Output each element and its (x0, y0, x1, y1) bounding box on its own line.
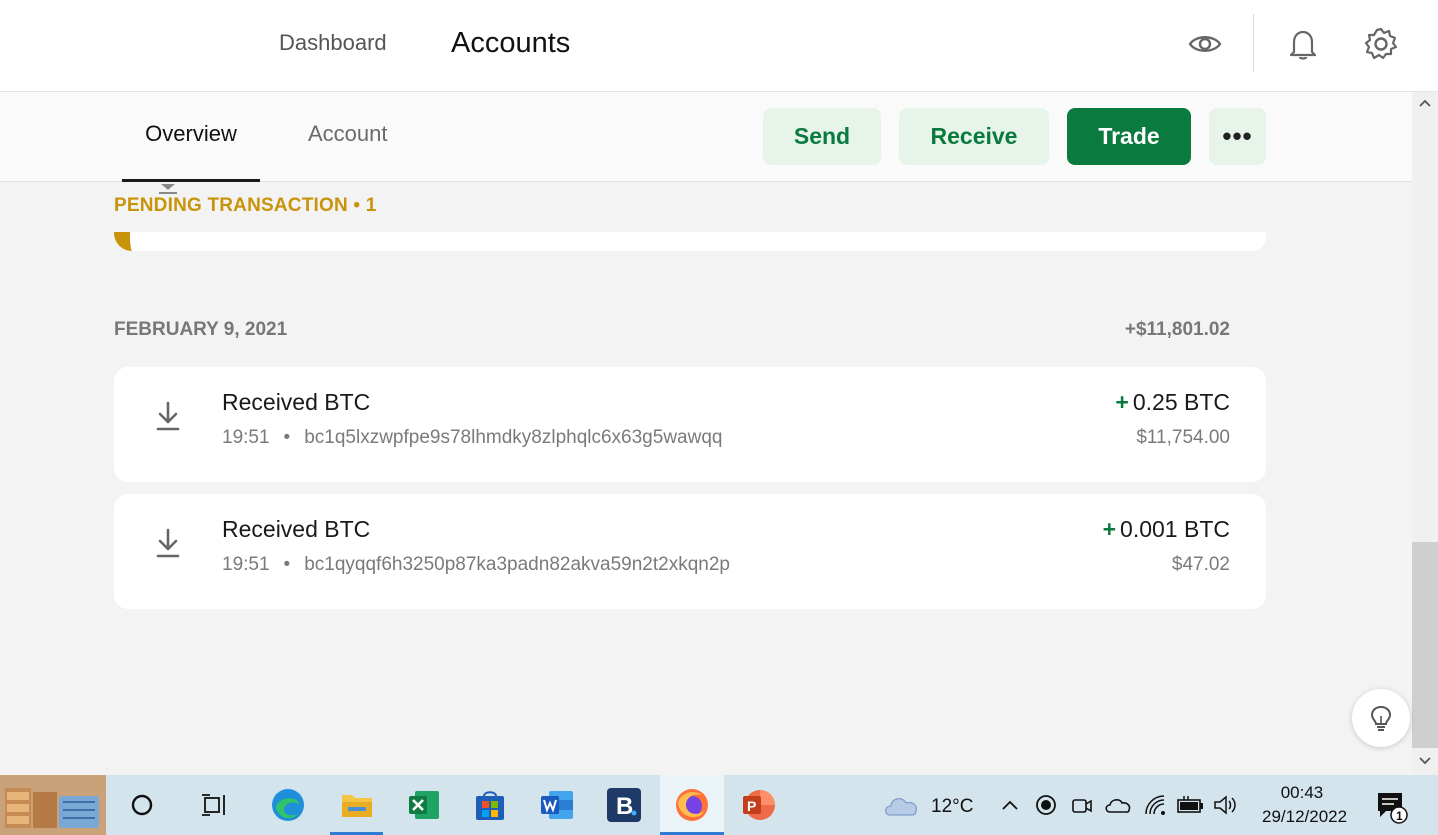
microsoft-store-icon[interactable] (466, 775, 514, 835)
download-arrow-icon (156, 401, 180, 431)
file-explorer-icon[interactable] (330, 775, 383, 835)
amount-value: 0.25 BTC (1132, 389, 1230, 415)
download-arrow-icon (156, 528, 180, 558)
task-view-icon[interactable] (190, 775, 238, 835)
booking-app-icon[interactable]: B (600, 775, 648, 835)
edge-browser-icon[interactable] (264, 775, 312, 835)
svg-text:P: P (747, 798, 756, 814)
bell-icon[interactable] (1283, 24, 1323, 64)
transaction-meta: 19:51 • bc1qyqqf6h3250p87ka3padn82akva59n2… (222, 554, 730, 576)
start-app-icon[interactable] (0, 775, 106, 835)
amount-sign: + (1102, 516, 1117, 542)
wifi-icon[interactable] (1142, 775, 1170, 835)
word-icon[interactable] (533, 775, 581, 835)
transaction-address: bc1qyqqf6h3250p87ka3padn82akva59n2t2xkqn… (304, 554, 730, 575)
notification-center-icon[interactable]: 1 (1370, 775, 1410, 835)
group-date: FEBRUARY 9, 2021 (114, 319, 288, 340)
tab-overview[interactable]: Overview (122, 92, 260, 182)
transaction-time: 19:51 (222, 427, 270, 448)
firefox-icon[interactable] (660, 775, 724, 835)
account-subheader: Overview Account Send Receive Trade ••• (0, 92, 1412, 182)
weather-temperature: 12°C (931, 796, 974, 817)
clock-time: 00:43 (1280, 783, 1324, 802)
separator-dot: • (283, 427, 291, 448)
transaction-meta: 19:51 • bc1q5lxzwpfpe9s78lhmdky8zlphqlc6x6… (222, 427, 722, 449)
nav-dashboard-link[interactable]: Dashboard (279, 0, 387, 86)
nav-accounts-link[interactable]: Accounts (451, 0, 570, 86)
pending-transaction-card[interactable] (114, 232, 1266, 251)
scroll-down-arrow-icon[interactable] (1412, 750, 1438, 772)
gear-icon[interactable] (1361, 24, 1401, 64)
transaction-title: Received BTC (222, 389, 371, 415)
transaction-title: Received BTC (222, 516, 371, 542)
notification-count: 1 (1396, 809, 1403, 823)
lightbulb-help-button[interactable] (1352, 689, 1410, 747)
transaction-fiat-value: $47.02 (1171, 554, 1230, 575)
clock[interactable]: 00:43 29/12/2022 (1262, 781, 1348, 829)
send-button[interactable]: Send (763, 108, 881, 165)
svg-text:B: B (616, 793, 633, 820)
transaction-amount: +0.001 BTC (1103, 516, 1230, 543)
vertical-scrollbar[interactable] (1412, 92, 1438, 775)
onedrive-cloud-icon[interactable] (1102, 775, 1134, 835)
header-divider (1253, 14, 1254, 72)
transaction-row[interactable]: Received BTC 19:51 • bc1qyqqf6h3250p87ka3p… (114, 494, 1266, 609)
excel-icon[interactable] (400, 775, 448, 835)
trade-button[interactable]: Trade (1067, 108, 1191, 165)
transaction-row[interactable]: Received BTC 19:51 • bc1q5lxzwpfpe9s78lhmd… (114, 367, 1266, 482)
windows-taskbar: B P 12°C 00:43 29/12/2022 1 (0, 775, 1438, 835)
scroll-up-arrow-icon[interactable] (1412, 92, 1438, 114)
camera-icon[interactable] (1068, 775, 1096, 835)
amount-sign: + (1115, 389, 1129, 415)
scrollbar-thumb[interactable] (1412, 542, 1438, 748)
transaction-time: 19:51 (222, 554, 270, 575)
battery-icon[interactable] (1174, 775, 1206, 835)
group-total: +$11,801.02 (1124, 319, 1230, 340)
more-options-button[interactable]: ••• (1209, 108, 1266, 165)
record-icon[interactable] (1032, 775, 1060, 835)
transaction-amount: +0.25 BTC (1115, 389, 1230, 416)
amount-value: 0.001 BTC (1120, 516, 1230, 542)
eye-icon[interactable] (1185, 24, 1225, 64)
weather-cloud-icon[interactable] (880, 775, 922, 835)
pending-transaction-label: PENDING TRANSACTION • 1 (114, 195, 377, 216)
separator-dot: • (283, 554, 291, 575)
search-circle-icon[interactable] (118, 775, 166, 835)
collapse-chevron-icon[interactable] (158, 182, 178, 194)
powerpoint-icon[interactable]: P (734, 775, 782, 835)
show-hidden-icons-chevron-icon[interactable] (996, 775, 1024, 835)
receive-button[interactable]: Receive (899, 108, 1049, 165)
clock-date: 29/12/2022 (1262, 807, 1348, 826)
volume-icon[interactable] (1210, 775, 1242, 835)
transaction-fiat-value: $11,754.00 (1136, 427, 1230, 448)
lightbulb-icon (1370, 705, 1392, 731)
tab-account[interactable]: Account (308, 92, 388, 182)
transaction-address: bc1q5lxzwpfpe9s78lhmdky8zlphqlc6x63g5waw… (304, 427, 723, 448)
top-header: Dashboard Accounts (0, 0, 1438, 92)
